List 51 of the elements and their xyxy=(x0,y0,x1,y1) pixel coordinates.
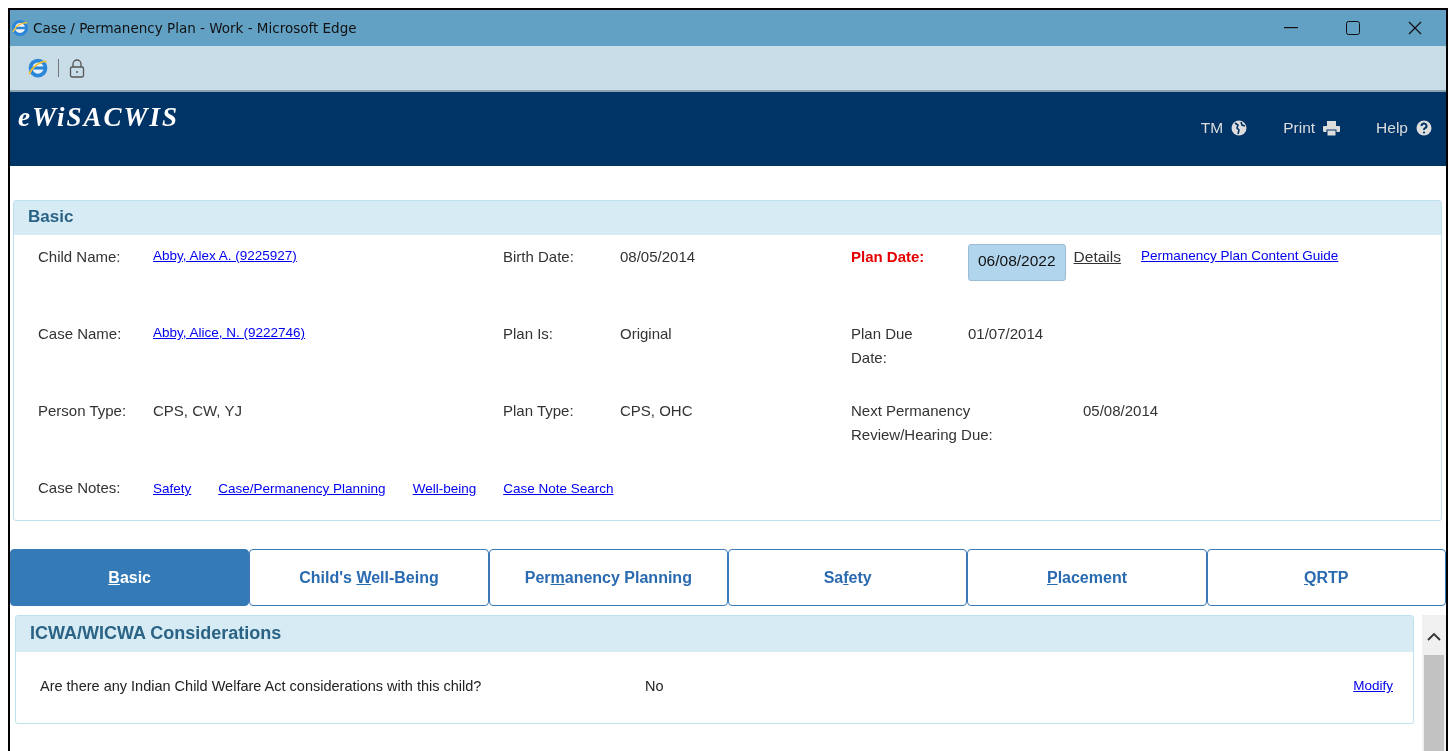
field-value: Original xyxy=(620,325,672,344)
case-note-link[interactable]: Case/Permanency Planning xyxy=(218,481,386,496)
case-note-link[interactable]: Safety xyxy=(153,481,192,496)
field-label: Plan Is: xyxy=(503,325,555,344)
browser-logo-icon xyxy=(28,58,48,78)
window-title: Case / Permanency Plan - Work - Microsoft Edge xyxy=(33,20,358,36)
field-label: Birth Date: xyxy=(503,248,575,267)
help-icon xyxy=(1416,120,1432,136)
maximize-icon[interactable] xyxy=(1346,21,1360,35)
globe-icon xyxy=(1231,120,1248,136)
field-label: Case Name: xyxy=(38,325,123,344)
modify-link[interactable]: Modify xyxy=(1353,678,1393,694)
link[interactable]: Permanency Plan Content Guide xyxy=(1140,248,1339,325)
field-label: Case Notes: xyxy=(38,479,122,496)
panel-title: Basic xyxy=(14,201,1441,235)
header-link[interactable]: Help xyxy=(1376,119,1432,137)
tab[interactable]: QRTP xyxy=(1206,549,1446,606)
header-link[interactable]: TM xyxy=(1200,119,1248,137)
field-value: 01/07/2014 xyxy=(968,325,1044,344)
field-label: Next Permanency Review/Hearing Due: xyxy=(851,401,994,445)
field-value: CPS, CW, YJ xyxy=(153,402,242,421)
answer-text: No xyxy=(645,678,665,694)
scrollbar[interactable] xyxy=(1422,615,1446,751)
field-value: 05/08/2014 xyxy=(1083,402,1159,421)
field-value: 08/05/2014 xyxy=(620,248,696,267)
field-label: Plan Due Date: xyxy=(851,324,914,368)
field-value: CPS, OHC xyxy=(620,402,693,421)
tab[interactable]: Basic xyxy=(10,549,250,606)
printer-icon xyxy=(1323,120,1341,136)
link[interactable]: Abby, Alice, N. (9222746) xyxy=(153,325,306,402)
app-logo: eWiSACWIS xyxy=(18,102,180,134)
field-label: Person Type: xyxy=(38,402,128,421)
close-icon[interactable] xyxy=(1408,21,1422,35)
case-note-link[interactable]: Case Note Search xyxy=(503,481,614,496)
field-label: Child Name: xyxy=(38,248,122,267)
tab[interactable]: Permanency Planning xyxy=(488,549,728,606)
header-link[interactable]: Print xyxy=(1283,119,1341,137)
case-note-link[interactable]: Well-being xyxy=(412,481,477,496)
tab[interactable]: Placement xyxy=(967,549,1207,606)
question-text: Are there any Indian Child Welfare Act considerations with this child? xyxy=(40,678,483,694)
tab[interactable]: Safety xyxy=(728,549,968,606)
minimize-icon[interactable] xyxy=(1284,27,1298,29)
link[interactable]: Details xyxy=(1073,248,1121,325)
lock-icon xyxy=(69,58,85,78)
tab[interactable]: Child's Well-Being xyxy=(249,549,489,606)
panel-title: ICWA/WICWA Considerations xyxy=(16,616,1413,652)
field-label: Plan Type: xyxy=(503,402,575,421)
date-field[interactable]: 06/08/2022 xyxy=(968,244,1066,281)
link[interactable]: Abby, Alex A. (9225927) xyxy=(153,248,297,325)
field-label: Plan Date: xyxy=(851,247,926,267)
browser-logo-icon xyxy=(12,20,28,36)
